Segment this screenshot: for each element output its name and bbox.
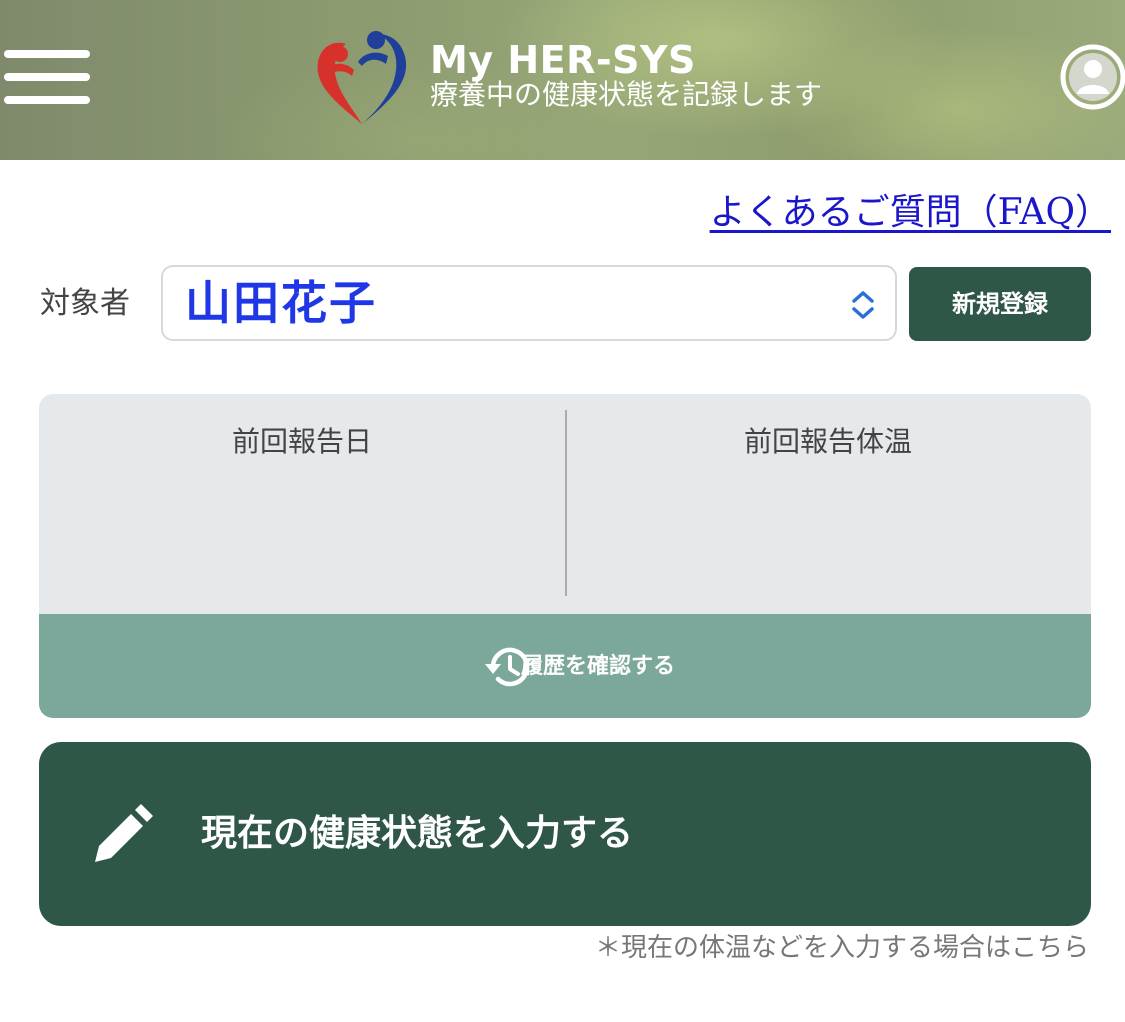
new-register-button[interactable]: 新規登録	[909, 267, 1091, 341]
menu-line	[4, 50, 90, 58]
app-title: My HER-SYS	[430, 38, 696, 82]
pencil-icon	[95, 804, 153, 862]
hamburger-menu-icon[interactable]	[4, 50, 90, 104]
input-health-status-button[interactable]: 現在の健康状態を入力する	[39, 742, 1091, 926]
target-person-label: 対象者	[40, 286, 130, 321]
faq-link[interactable]: よくあるご質問（FAQ）	[710, 190, 1111, 236]
menu-line	[4, 73, 90, 81]
input-note: ＊現在の体温などを入力する場合はこちら	[594, 933, 1089, 963]
view-history-label: 履歴を確認する	[521, 654, 676, 679]
app-header: My HER-SYS 療養中の健康状態を記録します	[0, 0, 1125, 160]
target-person-select[interactable]: 山田花子	[161, 265, 897, 341]
app-subtitle: 療養中の健康状態を記録します	[430, 78, 823, 111]
selected-person-name: 山田花子	[185, 276, 377, 330]
menu-line	[4, 96, 90, 104]
input-health-status-label: 現在の健康状態を入力する	[201, 813, 634, 854]
last-report-card: 前回報告日 前回報告体温 履歴を確認する	[39, 394, 1091, 718]
chevron-up-down-icon	[852, 291, 874, 319]
last-report-date-label: 前回報告日	[231, 425, 372, 458]
last-report-temp-label: 前回報告体温	[743, 425, 912, 458]
her-sys-heart-logo	[317, 31, 407, 124]
user-account-icon[interactable]	[1060, 44, 1125, 110]
view-history-button[interactable]: 履歴を確認する	[39, 614, 1091, 718]
